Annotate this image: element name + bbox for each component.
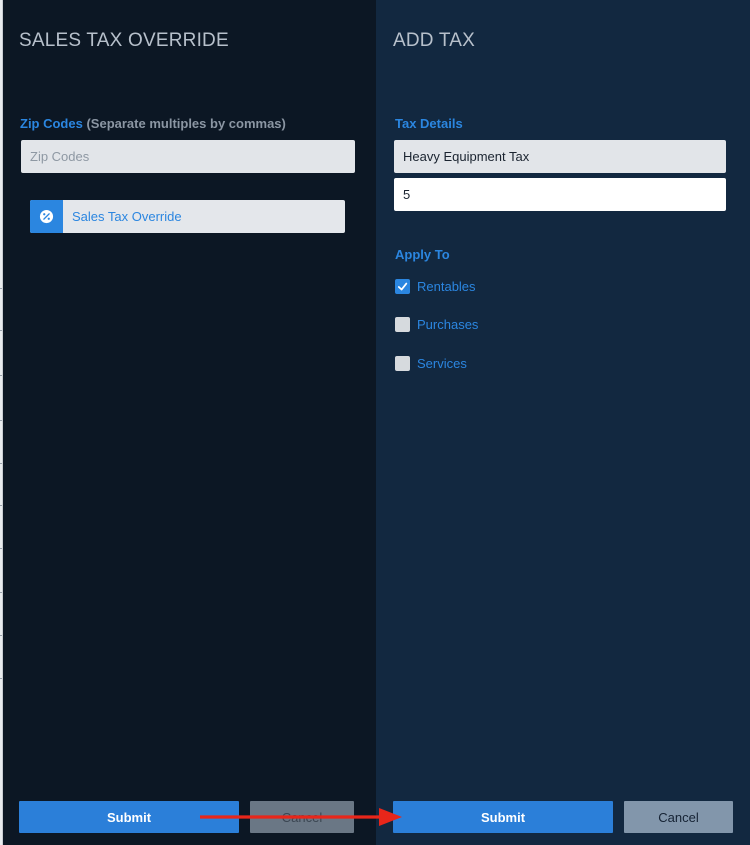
edge-mark [0,678,2,679]
apply-to-label: Apply To [395,247,450,262]
right-submit-button[interactable]: Submit [393,801,613,833]
zip-codes-input[interactable] [21,140,355,173]
edge-mark [0,288,2,289]
tax-rate-input[interactable] [394,178,726,211]
services-label: Services [417,356,467,371]
left-cancel-button[interactable]: Cancel [250,801,354,833]
edge-mark [0,635,2,636]
sales-tax-override-panel: SALES TAX OVERRIDE Zip Codes (Separate m… [3,0,376,845]
edge-mark [0,592,2,593]
panel-title: ADD TAX [393,30,475,51]
apply-option-purchases[interactable]: Purchases [395,317,478,332]
apply-option-services[interactable]: Services [395,356,467,371]
purchases-label: Purchases [417,317,479,332]
sales-tax-override-item[interactable]: Sales Tax Override [30,200,345,233]
edge-mark [0,505,2,506]
rentables-checkbox[interactable] [395,279,410,294]
edge-mark [0,330,2,331]
rentables-label: Rentables [417,279,476,294]
apply-option-rentables[interactable]: Rentables [395,279,476,294]
right-cancel-button[interactable]: Cancel [624,801,733,833]
services-checkbox[interactable] [395,356,410,371]
checkmark-icon [397,282,408,291]
panel-title: SALES TAX OVERRIDE [19,30,229,51]
percent-badge-icon [30,200,63,233]
edge-mark [0,548,2,549]
tax-name-input[interactable] [394,140,726,173]
zip-codes-label-text: Zip Codes [20,116,83,131]
tax-details-label: Tax Details [395,116,463,131]
zip-codes-label: Zip Codes (Separate multiples by commas) [20,116,286,131]
add-tax-panel: ADD TAX Tax Details Apply To Rentables P… [376,0,750,845]
left-submit-button[interactable]: Submit [19,801,239,833]
purchases-checkbox[interactable] [395,317,410,332]
zip-codes-hint: (Separate multiples by commas) [86,116,286,131]
edge-mark [0,420,2,421]
sales-tax-override-label: Sales Tax Override [72,209,182,224]
edge-mark [0,463,2,464]
edge-mark [0,375,2,376]
